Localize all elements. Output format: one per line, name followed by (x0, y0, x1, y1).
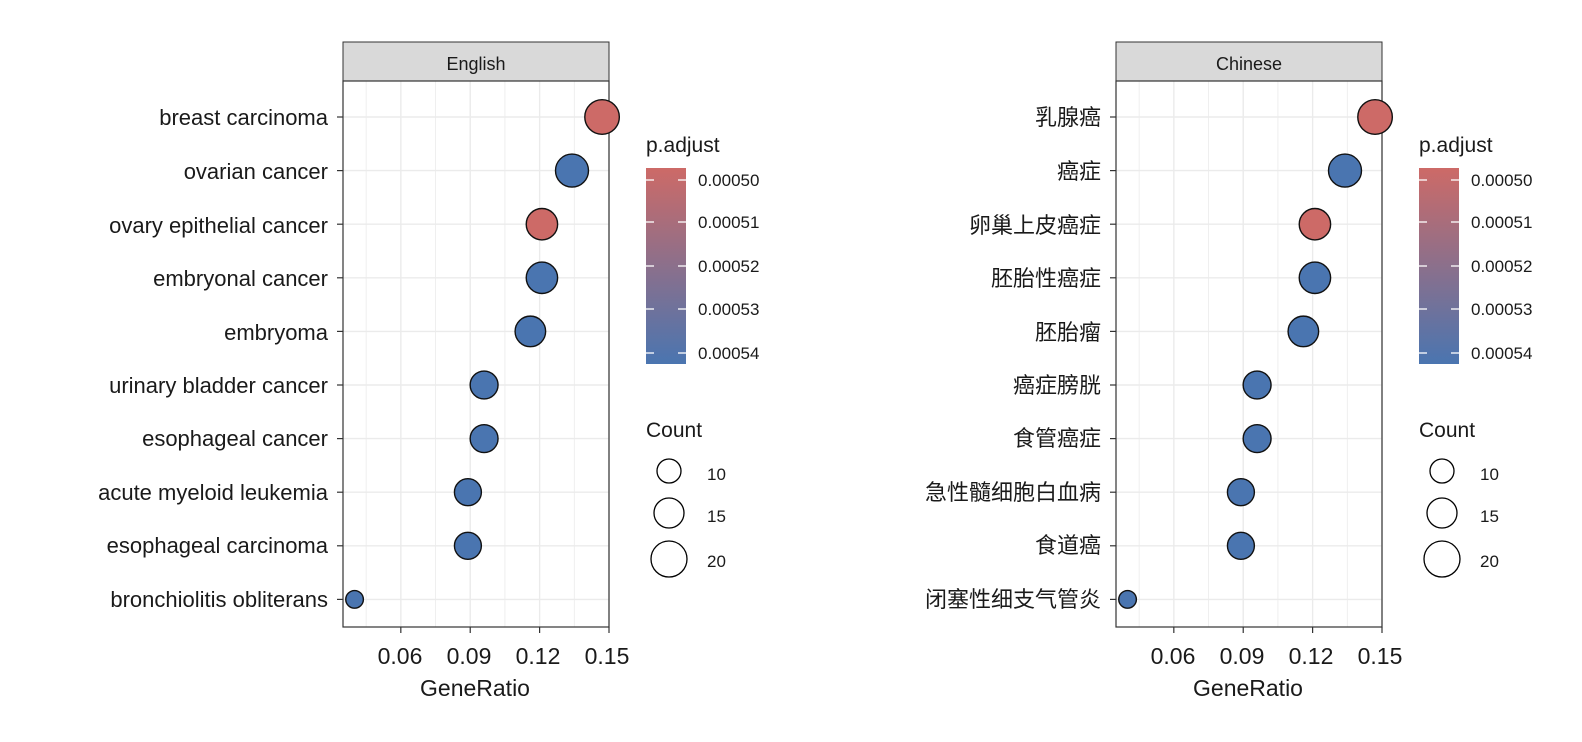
size-legend-circle (656, 458, 682, 484)
color-legend-label: 0.00053 (698, 300, 759, 319)
data-point (525, 261, 559, 295)
color-legend-label: 0.00053 (1471, 300, 1532, 319)
category-label: 癌症 (1057, 159, 1101, 184)
category-label: bronchiolitis obliterans (110, 587, 328, 612)
x-axis-title: GeneRatio (1193, 675, 1303, 701)
data-point (469, 370, 499, 400)
data-point (345, 589, 365, 609)
color-legend-label: 0.00051 (1471, 213, 1532, 232)
category-label: esophageal carcinoma (107, 533, 329, 558)
x-axis-labels: 0.06 0.09 0.12 0.15 (378, 643, 630, 669)
x-tick-label: 0.12 (1289, 643, 1334, 669)
data-point (1287, 315, 1320, 348)
panel-chinese: Chinese 乳腺癌 癌症 卵巢上皮癌症 胚胎性癌症 胚胎瘤 癌症膀胱 食管癌… (925, 41, 1403, 701)
category-label: 食管癌症 (1013, 426, 1101, 451)
color-legend-label: 0.00054 (698, 344, 759, 363)
category-label: 胚胎瘤 (1035, 320, 1101, 345)
data-point (1242, 423, 1272, 454)
data-point (525, 207, 559, 241)
size-legend-label: 10 (707, 465, 726, 484)
x-axis-title: GeneRatio (420, 675, 530, 701)
x-tick-label: 0.15 (1358, 643, 1403, 669)
category-label: 食道癌 (1035, 533, 1101, 558)
legend-english: p.adjust 0.00050 0.00051 0.00052 0.00053… (646, 134, 759, 578)
data-point (453, 531, 483, 560)
data-point (1357, 99, 1394, 135)
color-legend-label: 0.00054 (1471, 344, 1532, 363)
x-axis-labels: 0.06 0.09 0.12 0.15 (1151, 643, 1403, 669)
data-point (1327, 153, 1363, 188)
x-tick-label: 0.09 (447, 643, 492, 669)
data-point (469, 423, 499, 454)
color-legend-label: 0.00052 (698, 257, 759, 276)
x-tick-label: 0.09 (1220, 643, 1265, 669)
data-point (1298, 207, 1332, 241)
data-point (514, 315, 547, 348)
size-legend-circle (1423, 540, 1461, 578)
size-legend-label: 15 (1480, 507, 1499, 526)
data-point (584, 99, 621, 135)
data-point (1226, 531, 1256, 560)
color-legend-label: 0.00052 (1471, 257, 1532, 276)
y-axis-labels: breast carcinoma ovarian cancer ovary ep… (98, 105, 329, 612)
data-point (1242, 370, 1272, 400)
size-legend-label: 20 (1480, 552, 1499, 571)
size-legend-circle (653, 497, 685, 529)
panel-english: English breast carcinoma ovarian cancer … (98, 41, 630, 701)
category-label: breast carcinoma (159, 105, 329, 130)
size-legend-label: 10 (1480, 465, 1499, 484)
size-legend-circle (650, 540, 688, 578)
category-label: esophageal cancer (142, 426, 328, 451)
legend-chinese: p.adjust 0.00050 0.00051 0.00052 0.00053… (1419, 134, 1532, 578)
data-point (1298, 261, 1332, 295)
color-legend-label: 0.00050 (1471, 171, 1532, 190)
strip-label: English (446, 54, 505, 74)
strip-label: Chinese (1216, 54, 1282, 74)
color-legend-label: 0.00051 (698, 213, 759, 232)
category-label: 急性髓细胞白血病 (925, 480, 1101, 505)
category-label: 胚胎性癌症 (991, 266, 1101, 291)
x-tick-label: 0.15 (585, 643, 630, 669)
category-label: acute myeloid leukemia (98, 480, 329, 505)
data-point (1226, 478, 1256, 507)
size-legend-circle (1426, 497, 1458, 529)
size-legend-label: 20 (707, 552, 726, 571)
category-label: 乳腺癌 (1035, 105, 1101, 130)
x-tick-label: 0.12 (516, 643, 561, 669)
dotplot-figure: English breast carcinoma ovarian cancer … (98, 41, 1532, 701)
size-legend-circle (1429, 458, 1455, 484)
size-legend-title: Count (646, 419, 702, 442)
category-label: 卵巢上皮癌症 (969, 213, 1101, 238)
category-label: ovary epithelial cancer (109, 213, 328, 238)
x-tick-label: 0.06 (1151, 643, 1196, 669)
data-point (1118, 589, 1138, 609)
data-point (453, 478, 483, 507)
category-label: embryoma (224, 320, 329, 345)
size-legend-label: 15 (707, 507, 726, 526)
category-label: 闭塞性细支气管炎 (925, 587, 1101, 612)
data-point (554, 153, 590, 188)
x-tick-label: 0.06 (378, 643, 423, 669)
color-legend-title: p.adjust (646, 134, 720, 157)
color-legend-label: 0.00050 (698, 171, 759, 190)
category-label: 癌症膀胱 (1013, 373, 1101, 398)
category-label: urinary bladder cancer (109, 373, 328, 398)
category-label: embryonal cancer (153, 266, 328, 291)
color-legend-title: p.adjust (1419, 134, 1493, 157)
category-label: ovarian cancer (184, 159, 328, 184)
y-axis-labels: 乳腺癌 癌症 卵巢上皮癌症 胚胎性癌症 胚胎瘤 癌症膀胱 食管癌症 急性髓细胞白… (925, 105, 1101, 612)
size-legend-title: Count (1419, 419, 1475, 442)
